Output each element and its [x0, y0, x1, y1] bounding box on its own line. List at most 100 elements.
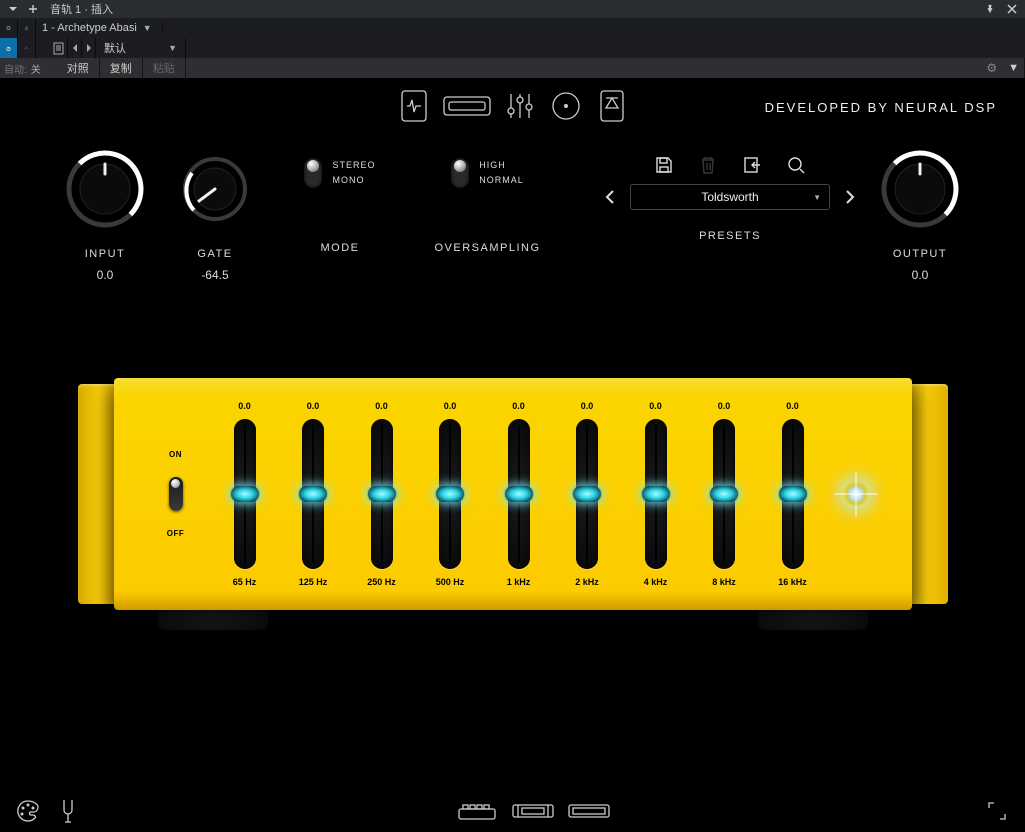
mode-option-mono: MONO — [332, 173, 375, 188]
eq-band-slider[interactable] — [576, 419, 598, 569]
plugin-name-label: 1 - Archetype Abasi — [42, 22, 137, 34]
eq-band-slider[interactable] — [782, 419, 804, 569]
output-knob[interactable] — [879, 148, 961, 230]
oversampling-toggle[interactable] — [451, 158, 469, 188]
doc-icon[interactable] — [50, 38, 68, 58]
eq-band-label: 500 Hz — [436, 577, 465, 587]
module-delay-icon[interactable] — [594, 88, 630, 124]
eq-band-label: 2 kHz — [575, 577, 599, 587]
input-label: INPUT — [85, 248, 126, 260]
eq-band-7: 0.0 8 kHz — [697, 401, 751, 587]
cab-type-1-icon[interactable] — [456, 800, 498, 822]
eq-band-4: 0.0 1 kHz — [492, 401, 546, 587]
settings-gear-icon[interactable]: ⚙ — [980, 61, 1003, 75]
preset-next-button[interactable] — [842, 189, 858, 205]
gate-knob[interactable] — [180, 154, 250, 224]
preset-search-icon[interactable] — [785, 154, 807, 176]
eq-band-5: 0.02 kHz — [560, 401, 614, 587]
eq-band-value: 0.0 — [718, 401, 731, 411]
eq-power-toggle[interactable] — [169, 477, 183, 511]
module-amp-icon[interactable] — [442, 88, 492, 124]
eq-band-slider[interactable] — [439, 419, 461, 569]
output-value: 0.0 — [912, 268, 929, 282]
eq-body: ON OFF 0.065 Hz0.0125 Hz0.0250 Hz0.0500 … — [114, 378, 912, 610]
eq-unit: ON OFF 0.065 Hz0.0125 Hz0.0250 Hz0.0500 … — [78, 378, 948, 610]
paste-button[interactable]: 粘贴 — [143, 58, 186, 78]
oversampling-option-normal: NORMAL — [479, 173, 524, 188]
eq-band-slider[interactable] — [713, 419, 735, 569]
fullscreen-icon[interactable] — [983, 797, 1011, 825]
eq-band-label: 1 kHz — [507, 577, 531, 587]
eq-band-label: 125 Hz — [299, 577, 328, 587]
eq-band-slider[interactable] — [302, 419, 324, 569]
input-knob[interactable] — [64, 148, 146, 230]
dropdown-caret-icon: ▼ — [168, 43, 177, 53]
oversampling-option-high: HIGH — [479, 158, 524, 173]
add-icon[interactable] — [26, 2, 40, 16]
eq-foot-right — [758, 608, 868, 630]
copy-button[interactable]: 复制 — [100, 58, 143, 78]
eq-band-value: 0.0 — [238, 401, 251, 411]
cab-type-2-icon[interactable] — [512, 800, 554, 822]
preset-save-icon[interactable] — [653, 154, 675, 176]
dropdown-caret-icon[interactable]: ▼ — [1003, 58, 1025, 78]
eq-band-value: 0.0 — [649, 401, 662, 411]
module-cab-icon[interactable] — [548, 88, 584, 124]
output-label: OUTPUT — [893, 248, 947, 260]
tuner-icon[interactable] — [54, 797, 82, 825]
compare-button[interactable]: 对照 — [57, 58, 100, 78]
eq-band-label: 4 kHz — [644, 577, 668, 587]
next-icon[interactable] — [82, 38, 96, 58]
module-waveform-icon[interactable] — [396, 88, 432, 124]
preset-prev-button[interactable] — [602, 189, 618, 205]
eq-band-value: 0.0 — [444, 401, 457, 411]
output-control: OUTPUT 0.0 — [865, 148, 975, 282]
mode-label: MODE — [321, 242, 360, 254]
eq-band-label: 8 kHz — [712, 577, 736, 587]
plugin-body: DEVELOPED BY NEURAL DSP — [0, 78, 1025, 832]
eq-off-label: OFF — [167, 529, 185, 538]
mode-toggle[interactable] — [304, 158, 322, 188]
preset-default-dropdown[interactable]: 默认▼ — [96, 38, 186, 58]
host-bar-2: 默认▼ — [0, 38, 1025, 58]
eq-sliders: 0.0 65 Hz 0.0 125 Hz 0.0 250 Hz 0.0 500 Hz 0.0 1 … — [212, 401, 826, 587]
eq-band-label: 250 Hz — [367, 577, 396, 587]
preset-current: Toldsworth — [701, 190, 758, 204]
eq-band-slider[interactable] — [234, 419, 256, 569]
cab-type-3-icon[interactable] — [568, 800, 610, 822]
presets-label: PRESETS — [699, 230, 761, 242]
window-titlebar: 音轨 1 · 插入 — [0, 0, 1025, 18]
host-bar-3: 自动: 关 对照 复制 粘贴 ⚙ ▼ — [0, 58, 1025, 78]
eq-led-indicator — [826, 482, 886, 506]
gate-value: -64.5 — [201, 268, 228, 282]
eq-foot-left — [158, 608, 268, 630]
eq-band-slider[interactable] — [371, 419, 393, 569]
nav-icon-2[interactable] — [18, 18, 36, 38]
plugin-name-dropdown[interactable]: 1 - Archetype Abasi ▼ — [36, 22, 163, 34]
prev-icon[interactable] — [68, 38, 82, 58]
preset-import-icon[interactable] — [741, 154, 763, 176]
nav-icon-1[interactable] — [0, 18, 18, 38]
menu-chevron-icon[interactable] — [6, 2, 20, 16]
eq-band-slider[interactable] — [645, 419, 667, 569]
dropdown-caret-icon: ▼ — [813, 193, 821, 202]
palette-icon[interactable] — [14, 797, 42, 825]
eq-band-label: 65 Hz — [233, 577, 257, 587]
mode-control: STEREO MONO MODE — [270, 148, 410, 254]
pin-icon[interactable] — [983, 2, 997, 16]
eq-band-slider[interactable] — [508, 419, 530, 569]
preset-dropdown[interactable]: Toldsworth ▼ — [630, 184, 830, 210]
dropdown-caret-icon: ▼ — [143, 23, 152, 33]
power-button[interactable] — [0, 38, 18, 58]
module-eq-icon[interactable] — [502, 88, 538, 124]
close-icon[interactable] — [1005, 2, 1019, 16]
oversampling-control: HIGH NORMAL OVERSAMPLING — [410, 148, 565, 254]
eq-band-value: 0.0 — [375, 401, 388, 411]
bypass-icon[interactable] — [18, 38, 36, 58]
auto-state[interactable]: 关 — [31, 61, 41, 76]
eq-band-8: 0.016 kHz — [766, 401, 820, 587]
eq-band-0: 0.0 65 Hz — [218, 401, 272, 587]
developed-by-label: DEVELOPED BY NEURAL DSP — [765, 100, 997, 115]
eq-band-value: 0.0 — [512, 401, 525, 411]
auto-label: 自动: — [4, 61, 27, 76]
